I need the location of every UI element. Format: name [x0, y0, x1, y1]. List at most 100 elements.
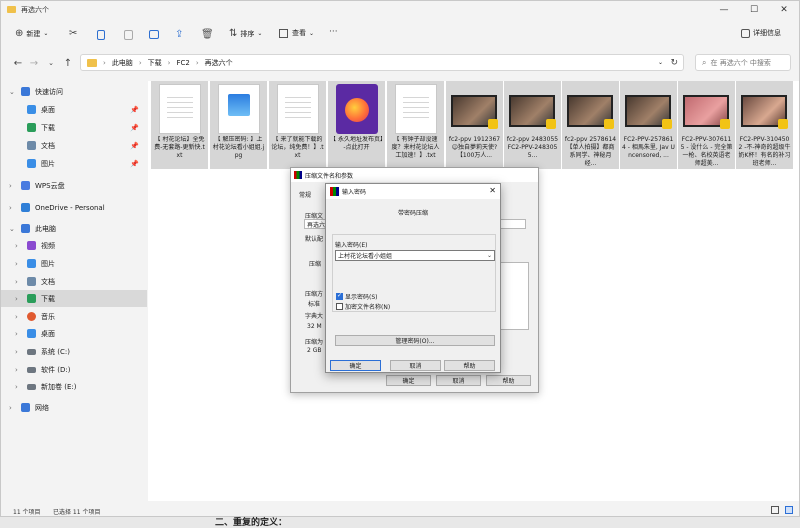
chevron-icon[interactable]: › — [15, 242, 23, 250]
new-button[interactable]: ⊕ 新建 ⌄ — [15, 28, 48, 39]
sidebar-item-onedrive[interactable]: › OneDrive - Personal — [1, 199, 147, 216]
refresh-icon[interactable]: ↻ — [670, 58, 678, 68]
search-input[interactable]: ⌕ 在 再选六个 中搜索 — [695, 54, 791, 71]
sidebar-item-drive-d[interactable]: › 软件 (D:) — [1, 361, 147, 378]
compression-method-value[interactable]: 标准 — [308, 299, 320, 308]
sidebar-item-documents-pc[interactable]: › 文档 — [1, 273, 147, 290]
paste-icon[interactable] — [124, 30, 133, 40]
sidebar-item-downloads-pc[interactable]: › 下载 — [1, 290, 147, 307]
sidebar-item-pictures-pc[interactable]: › 图片 — [1, 255, 147, 272]
recent-chevron-icon[interactable]: ⌄ — [44, 56, 58, 70]
chevron-icon[interactable]: › — [9, 204, 17, 212]
split-label: 压缩为 — [305, 339, 324, 346]
sidebar-item-pictures[interactable]: 图片 📌 — [1, 155, 147, 172]
sidebar-item-music[interactable]: › 音乐 — [1, 308, 147, 325]
chevron-icon[interactable]: › — [9, 404, 17, 412]
back-arrow-icon[interactable]: ← — [11, 56, 25, 70]
file-name: 【 解压密码: 】上村花论坛看小姐姐.jpg — [212, 136, 265, 159]
chevron-down-icon[interactable]: ⌄ — [658, 59, 663, 66]
chevron-icon[interactable]: › — [15, 330, 23, 338]
file-item[interactable]: fc2-ppv 1912367 ☺独自夢莉天使?【100万人... — [446, 81, 503, 169]
sidebar-item-wps[interactable]: › WPS云盘 — [1, 177, 147, 194]
breadcrumb-item[interactable]: FC2 — [176, 59, 189, 67]
text-file-icon — [277, 84, 319, 134]
copy-icon[interactable] — [97, 30, 105, 40]
file-item[interactable]: fc2-ppv 2578614 【单人拍摄】都商系同学、神秘月经... — [562, 81, 619, 169]
chevron-icon[interactable]: › — [15, 313, 23, 321]
encrypt-names-checkbox[interactable] — [336, 303, 343, 310]
chevron-icon[interactable]: › — [15, 348, 23, 356]
details-view-icon[interactable] — [771, 506, 779, 514]
tab-general[interactable]: 常规 — [299, 190, 311, 199]
forward-arrow-icon[interactable]: → — [27, 56, 41, 70]
cancel-button[interactable]: 取消 — [436, 375, 481, 386]
pin-icon[interactable]: 📌 — [130, 160, 139, 168]
document-icon — [27, 141, 36, 150]
pin-icon[interactable]: 📌 — [130, 106, 139, 114]
breadcrumb-item[interactable]: 再选六个 — [205, 58, 233, 68]
show-password-checkbox[interactable] — [336, 292, 343, 300]
close-icon[interactable]: ✕ — [489, 186, 496, 195]
sidebar-item-documents[interactable]: 文档 📌 — [1, 137, 147, 154]
help-button[interactable]: 帮助 — [444, 360, 495, 371]
file-item[interactable]: FC2-PPV-2578614 - 相馬朱里, Jav Uncensored, … — [620, 81, 677, 169]
dictionary-size-value[interactable]: 32 M — [307, 323, 322, 330]
file-item[interactable]: FC2-PPV-3104502 -不-神奇的超级牛奶K杯！有名的补习班老师... — [736, 81, 793, 169]
cancel-button[interactable]: 取消 — [390, 360, 441, 371]
chevron-icon[interactable]: › — [15, 278, 23, 286]
pin-icon[interactable]: 📌 — [130, 142, 139, 150]
delete-icon[interactable]: 🗑 — [201, 29, 214, 40]
chevron-icon[interactable]: › — [9, 182, 17, 190]
minimize-button[interactable]: — — [709, 1, 739, 19]
ok-button[interactable]: 确定 — [330, 360, 381, 371]
manage-passwords-button[interactable]: 管理密码(O)... — [335, 335, 495, 346]
address-field[interactable]: › 此电脑 › 下载 › FC2 › 再选六个 ⌄ ↻ — [80, 54, 684, 71]
sidebar-item-label: 快速访问 — [35, 87, 63, 96]
sidebar-item-drive-c[interactable]: › 系统 (C:) — [1, 343, 147, 360]
up-arrow-icon[interactable]: ↑ — [61, 56, 75, 70]
more-button[interactable]: ··· — [329, 27, 338, 37]
ok-button[interactable]: 确定 — [386, 375, 431, 386]
file-item[interactable]: 【 解压密码: 】上村花论坛看小姐姐.jpg — [210, 81, 267, 169]
file-item[interactable]: FC2-PPV-3076115 - 没什么 - 完全第一枪、名校英语老师超美..… — [678, 81, 735, 169]
sidebar-item-drive-e[interactable]: › 新加卷 (E:) — [1, 378, 147, 395]
help-button[interactable]: 帮助 — [486, 375, 531, 386]
chevron-down-icon[interactable]: ⌄ — [487, 252, 492, 259]
file-item[interactable]: 【 有钟子却没速度？来村花论坛人工加速！】.txt — [387, 81, 444, 169]
sort-button[interactable]: ⇅ 排序 ⌄ — [229, 28, 262, 39]
title-bar: 再选六个 — ☐ ✕ — [1, 1, 799, 19]
sidebar-item-network[interactable]: › 网络 — [1, 399, 147, 416]
sidebar-item-quick-access[interactable]: ⌄ 快速访问 — [1, 83, 147, 100]
share-icon[interactable]: ⇪ — [175, 29, 183, 40]
close-button[interactable]: ✕ — [769, 1, 799, 19]
details-icon — [741, 28, 750, 38]
split-value[interactable]: 2 GB — [307, 347, 322, 354]
sidebar-item-videos[interactable]: › 视频 — [1, 237, 147, 254]
file-item[interactable]: fc2-ppv 2483055 FC2-PPV-2483055... — [504, 81, 561, 169]
sidebar-item-desktop[interactable]: 桌面 📌 — [1, 101, 147, 118]
file-item[interactable]: 【 永久地址发布页】-点此打开 — [328, 81, 385, 169]
password-input[interactable]: 上村花论坛看小姐姐 ⌄ — [335, 250, 495, 261]
breadcrumb-item[interactable]: 此电脑 — [112, 58, 133, 68]
file-item[interactable]: 【 村花论坛】全免费-无套路-更新快.txt — [151, 81, 208, 169]
chevron-icon[interactable]: › — [15, 295, 23, 303]
chevron-icon[interactable]: › — [15, 383, 23, 391]
chevron-icon[interactable]: › — [15, 260, 23, 268]
breadcrumb-item[interactable]: 下载 — [148, 58, 162, 68]
chevron-icon[interactable]: ⌄ — [9, 88, 17, 96]
sidebar-item-downloads[interactable]: 下载 📌 — [1, 119, 147, 136]
sidebar-item-this-pc[interactable]: ⌄ 此电脑 — [1, 220, 147, 237]
sidebar-item-label: 文档 — [41, 141, 55, 150]
view-button[interactable]: 查看 ⌄ — [279, 28, 314, 38]
chevron-icon[interactable]: › — [15, 366, 23, 374]
sidebar-item-label: 桌面 — [41, 329, 55, 338]
sidebar-item-desktop-pc[interactable]: › 桌面 — [1, 325, 147, 342]
maximize-button[interactable]: ☐ — [739, 1, 769, 19]
cut-icon[interactable]: ✂ — [69, 28, 77, 39]
chevron-icon[interactable]: ⌄ — [9, 225, 17, 233]
file-item[interactable]: 【 来了就能下载的论坛，纯免费！】.txt — [269, 81, 326, 169]
tiles-view-icon[interactable] — [785, 506, 793, 514]
rename-icon[interactable] — [149, 30, 159, 39]
pin-icon[interactable]: 📌 — [130, 124, 139, 132]
details-button[interactable]: 详细信息 — [741, 28, 781, 38]
